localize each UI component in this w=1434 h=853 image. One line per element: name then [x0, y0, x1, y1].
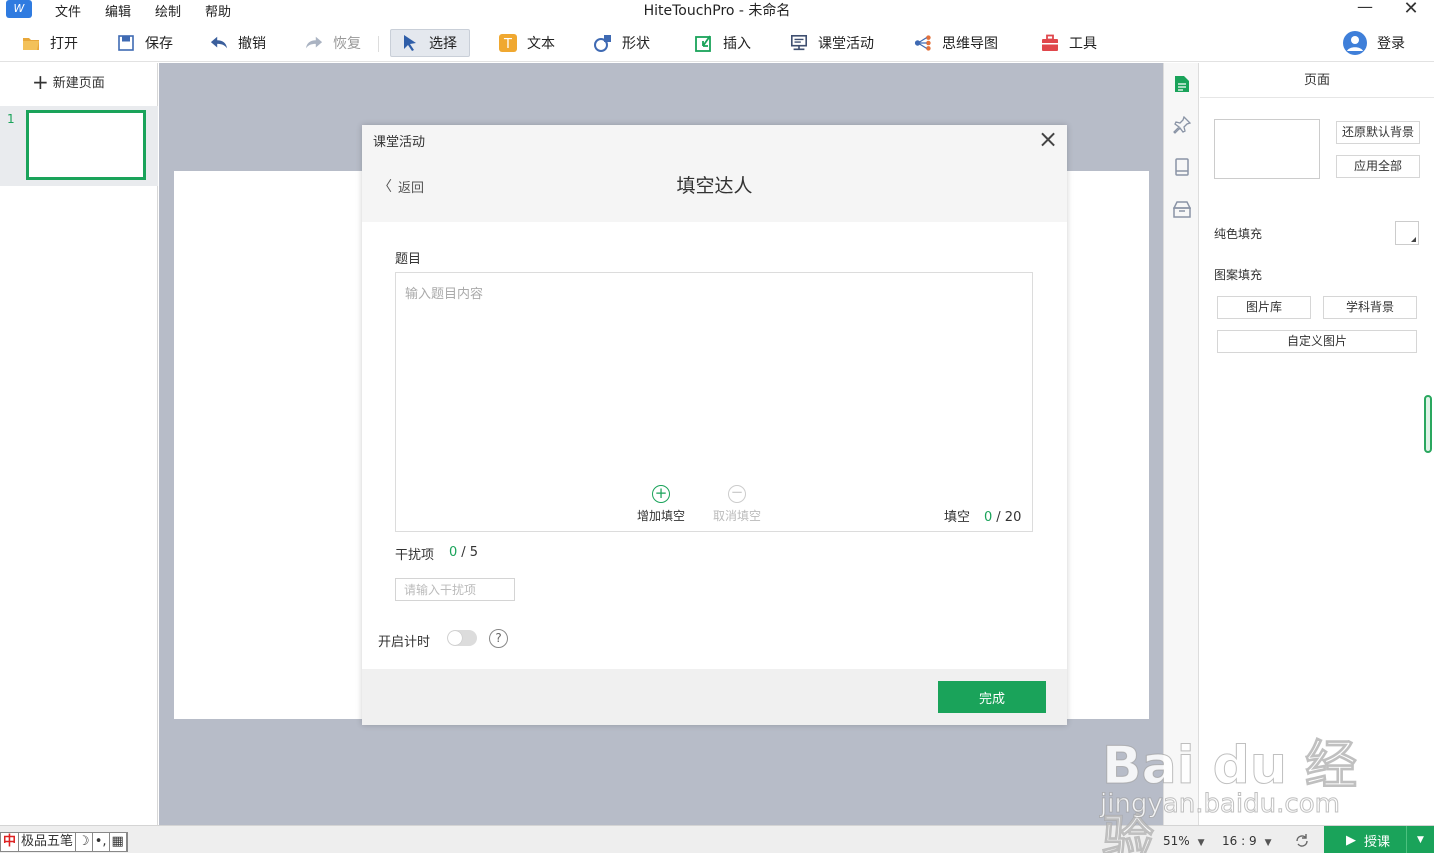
page-thumbnail-row[interactable]: 1	[0, 106, 158, 186]
page-properties-icon[interactable]	[1172, 74, 1192, 94]
user-avatar-icon	[1343, 31, 1367, 55]
done-button[interactable]: 完成	[938, 681, 1046, 713]
property-tab-strip	[1163, 63, 1199, 825]
menu-edit[interactable]: 编辑	[105, 1, 131, 20]
distractor-input[interactable]	[395, 578, 515, 601]
text-button[interactable]: T 文本	[499, 29, 555, 57]
book-icon[interactable]	[1172, 157, 1192, 177]
toggle-knob	[448, 631, 462, 645]
page-list-panel: + 新建页面 1	[0, 63, 158, 825]
dialog-close-icon[interactable]: ×	[1036, 127, 1060, 151]
sync-icon[interactable]	[1294, 833, 1310, 849]
add-blank-button[interactable]: + 增加填空	[633, 485, 689, 524]
cancel-blank-button[interactable]: − 取消填空	[709, 485, 765, 524]
pattern-fill-label: 图案填充	[1214, 268, 1263, 282]
distractor-counter: 0/ 5	[449, 545, 479, 560]
page-thumbnail[interactable]	[26, 110, 146, 180]
question-label: 题目	[395, 252, 422, 267]
toolbar: 打开 保存 撤销 恢复 选择 T 文本 形状 插入 课堂活动 思维导图 工具 登…	[0, 24, 1434, 62]
text-icon: T	[499, 34, 517, 52]
ime-name[interactable]: 极品五笔	[19, 833, 77, 851]
dialog-header: 课堂活动 × 〈 返回 填空达人	[362, 125, 1067, 222]
timer-toggle[interactable]	[447, 630, 477, 646]
toolbar-divider	[378, 36, 379, 52]
insert-button[interactable]: 插入	[695, 29, 751, 57]
classroom-activity-icon	[790, 34, 808, 52]
tools-button[interactable]: 工具	[1041, 29, 1097, 57]
activity-heading: 填空达人	[676, 175, 753, 197]
dialog-title: 课堂活动	[373, 135, 426, 150]
app-logo-icon: W	[6, 0, 32, 18]
panel-title: 页面	[1200, 63, 1434, 98]
dialog-footer: 完成	[362, 669, 1067, 725]
classroom-activity-dialog: 课堂活动 × 〈 返回 填空达人 题目 + 增加填空 − 取消填空 填空0/ 2…	[362, 125, 1067, 725]
question-box: + 增加填空 − 取消填空 填空0/ 20	[395, 272, 1033, 532]
title-bar: W 文件 编辑 绘制 帮助 HiteTouchPro - 未命名 — ✕	[0, 0, 1434, 20]
dropdown-arrow-icon: ▼	[1264, 838, 1272, 848]
menu-draw[interactable]: 绘制	[155, 1, 181, 20]
help-icon[interactable]: ?	[489, 629, 508, 648]
play-icon: ▶	[1346, 832, 1356, 848]
blank-counter: 填空 0/ 20	[944, 510, 1022, 525]
zoom-selector[interactable]: 51% ▼	[1163, 834, 1205, 848]
distractor-label: 干扰项	[395, 548, 435, 563]
side-scroll-handle[interactable]	[1424, 395, 1432, 453]
select-button[interactable]: 选择	[390, 29, 470, 57]
save-button[interactable]: 保存	[117, 29, 173, 57]
undo-button[interactable]: 撤销	[210, 29, 266, 57]
login-button[interactable]: 登录	[1343, 29, 1405, 57]
mindmap-icon	[914, 34, 932, 52]
shape-icon	[594, 34, 612, 52]
teach-dropdown-icon[interactable]: ▼	[1406, 826, 1434, 853]
new-page-button[interactable]: + 新建页面	[32, 69, 105, 94]
input-method-bar[interactable]: 中 极品五笔 ☽ •, ▦	[0, 832, 128, 852]
background-preview	[1214, 119, 1320, 179]
image-gallery-button[interactable]: 图片库	[1217, 296, 1311, 319]
menu-help[interactable]: 帮助	[205, 1, 231, 20]
shape-button[interactable]: 形状	[594, 29, 650, 57]
window-close-icon[interactable]: ✕	[1400, 0, 1422, 18]
ime-moon-icon[interactable]: ☽	[76, 833, 93, 851]
pin-icon[interactable]	[1172, 115, 1192, 135]
archive-icon[interactable]	[1172, 199, 1192, 219]
redo-icon	[305, 34, 323, 52]
minus-circle-icon: −	[728, 485, 746, 503]
status-bar: 中 极品五笔 ☽ •, ▦ 51% ▼ 16 : 9 ▼ ▶ 授课 ▼	[0, 825, 1434, 853]
plus-icon: +	[32, 69, 49, 94]
open-button[interactable]: 打开	[22, 29, 78, 57]
ime-keyboard-icon[interactable]: ▦	[110, 833, 127, 851]
insert-icon	[695, 34, 713, 52]
ime-mode[interactable]: 中	[1, 833, 20, 851]
plus-circle-icon: +	[652, 485, 670, 503]
question-input[interactable]	[405, 283, 1015, 463]
custom-image-button[interactable]: 自定义图片	[1217, 330, 1417, 353]
page-properties-panel: 页面 还原默认背景 应用全部 纯色填充 图案填充 图片库 学科背景 自定义图片	[1200, 63, 1434, 825]
timer-label: 开启计时	[378, 635, 431, 650]
svg-text:T: T	[503, 37, 512, 52]
minimize-icon[interactable]: —	[1355, 0, 1375, 18]
menu-file[interactable]: 文件	[55, 1, 81, 20]
folder-icon	[22, 34, 40, 52]
apply-all-button[interactable]: 应用全部	[1336, 155, 1420, 178]
toolbox-icon	[1041, 34, 1059, 52]
solid-fill-label: 纯色填充	[1214, 227, 1263, 241]
dropdown-arrow-icon: ▼	[1197, 838, 1205, 848]
redo-button[interactable]: 恢复	[305, 29, 361, 57]
mindmap-button[interactable]: 思维导图	[914, 29, 998, 57]
activity-button[interactable]: 课堂活动	[790, 29, 874, 57]
cursor-arrow-icon	[401, 34, 419, 52]
save-icon	[117, 34, 135, 52]
solid-color-swatch[interactable]	[1395, 221, 1419, 245]
ime-punct-icon[interactable]: •,	[93, 833, 110, 851]
aspect-ratio-selector[interactable]: 16 : 9 ▼	[1222, 834, 1272, 848]
page-number: 1	[7, 112, 15, 126]
subject-background-button[interactable]: 学科背景	[1323, 296, 1417, 319]
restore-background-button[interactable]: 还原默认背景	[1336, 121, 1420, 144]
undo-icon	[210, 34, 228, 52]
